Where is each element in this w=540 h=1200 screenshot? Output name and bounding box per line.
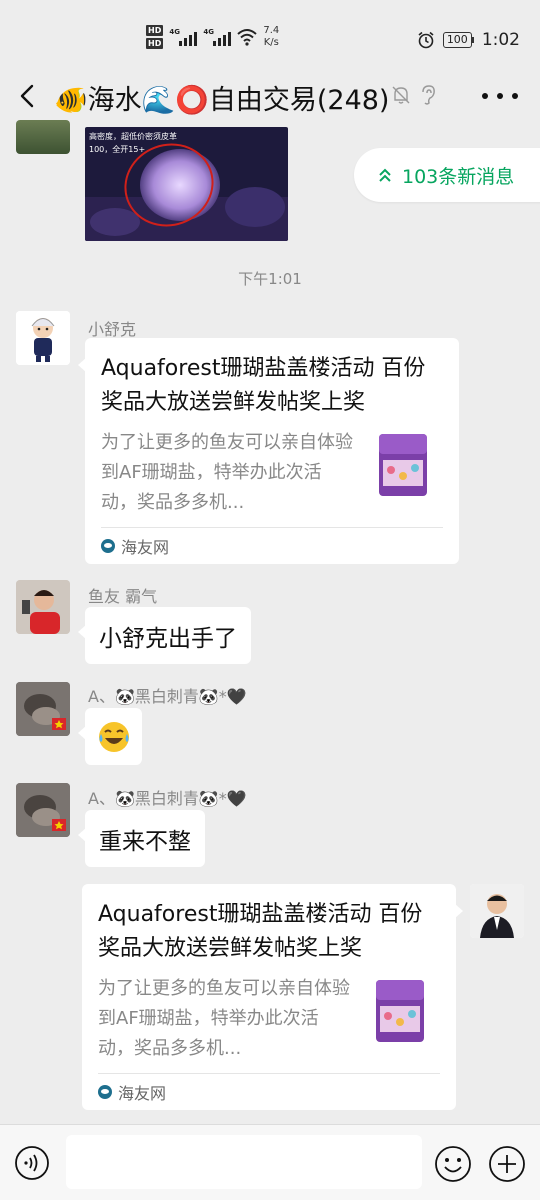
new-messages-button[interactable]: 103条新消息 <box>354 148 540 202</box>
card-source: 海友网 <box>98 1080 166 1104</box>
card-divider <box>98 1073 440 1074</box>
link-card-message[interactable]: Aquaforest珊瑚盐盖楼活动 百份奖品大放送尝鲜发帖奖上奖 为了让更多的鱼… <box>78 338 459 564</box>
source-logo-icon <box>101 539 115 553</box>
image-message[interactable]: 高密度，超低价密须皮革 100，全开15+ <box>85 127 288 241</box>
signal-2-label: 4G <box>203 28 214 36</box>
avatar[interactable] <box>16 580 70 634</box>
text-message[interactable]: 小舒克出手了 <box>78 607 251 664</box>
avatar[interactable] <box>16 682 70 736</box>
source-name: 海友网 <box>118 1084 167 1103</box>
card-title: Aquaforest珊瑚盐盖楼活动 百份奖品大放送尝鲜发帖奖上奖 <box>101 356 426 415</box>
double-chevron-up-icon <box>379 168 391 182</box>
sender-name: 小舒克 <box>88 320 137 339</box>
message-input[interactable] <box>66 1135 422 1189</box>
status-bar: HD HD 4G 4G 7.4 K/s 100 1:02 <box>0 0 540 72</box>
message-list[interactable]: 高密度，超低价密须皮革 100，全开15+ 103条新消息 下午1:01 小舒克… <box>0 120 540 1124</box>
product-thumbnail <box>376 980 424 1042</box>
status-right: 100 1:02 <box>417 30 520 50</box>
speed-value: 7.4 <box>263 25 280 36</box>
source-logo-icon <box>98 1085 112 1099</box>
network-speed: 7.4 K/s <box>263 25 279 49</box>
hd-indicator: HD HD <box>146 24 164 50</box>
more-functions-button[interactable] <box>488 1145 526 1183</box>
card-description: 为了让更多的鱼友可以亲自体验到AF珊瑚盐，特举办此次活动，奖品多多机... <box>98 978 350 1059</box>
speed-unit: K/s <box>263 37 279 48</box>
avatar[interactable] <box>16 311 70 365</box>
source-name: 海友网 <box>121 538 170 557</box>
input-bar <box>0 1124 540 1200</box>
battery-icon: 100 <box>442 32 474 48</box>
battery-level: 100 <box>442 32 472 48</box>
earpiece-icon <box>422 85 435 105</box>
new-messages-label: 103条新消息 <box>402 165 515 188</box>
photo-caption-line2: 100，全开15+ <box>89 145 146 154</box>
wifi-icon <box>237 29 258 46</box>
avatar[interactable] <box>16 783 70 837</box>
back-button[interactable] <box>14 80 44 112</box>
timestamp: 下午1:01 <box>238 270 302 288</box>
photo-avatar <box>470 884 524 938</box>
card-divider <box>101 527 443 528</box>
avatar[interactable] <box>16 120 70 154</box>
emoji-button[interactable] <box>434 1145 472 1183</box>
sender-name: 鱼友 霸气 <box>88 587 158 606</box>
alarm-icon <box>418 31 434 49</box>
avatar[interactable] <box>470 884 524 938</box>
chat-title[interactable]: 🐠海水🌊⭕自由交易(248) <box>54 78 389 117</box>
text-message[interactable]: 重来不整 <box>78 810 205 867</box>
cartoon-avatar <box>16 311 70 365</box>
more-options-button[interactable] <box>482 84 518 108</box>
signal-icon: 4G <box>203 28 232 46</box>
signal-icon: 4G <box>169 28 198 46</box>
sender-name: A、🐼黑白刺青🐼*🖤 <box>88 687 247 706</box>
hd-label-2: HD <box>146 38 164 49</box>
voice-input-button[interactable] <box>14 1145 50 1181</box>
network-indicators: HD HD 4G 4G 7.4 K/s <box>146 24 279 50</box>
mute-bell-icon <box>392 86 410 104</box>
sender-name: A、🐼黑白刺青🐼*🖤 <box>88 789 247 808</box>
photo-caption-line1: 高密度，超低价密须皮革 <box>89 132 177 141</box>
photo-avatar <box>16 580 70 634</box>
card-title: Aquaforest珊瑚盐盖楼活动 百份奖品大放送尝鲜发帖奖上奖 <box>98 902 423 961</box>
card-source: 海友网 <box>101 534 169 558</box>
product-thumbnail <box>379 434 427 496</box>
photo-caption: 高密度，超低价密须皮革 100，全开15+ <box>89 130 177 156</box>
photo-avatar <box>16 783 70 837</box>
link-card-message[interactable]: Aquaforest珊瑚盐盖楼活动 百份奖品大放送尝鲜发帖奖上奖 为了让更多的鱼… <box>82 884 463 1110</box>
signal-1-label: 4G <box>169 28 180 36</box>
clock: 1:02 <box>481 30 520 50</box>
card-description: 为了让更多的鱼友可以亲自体验到AF珊瑚盐，特举办此次活动，奖品多多机... <box>101 432 353 513</box>
chat-header: 🐠海水🌊⭕自由交易(248) <box>0 72 540 120</box>
hd-label-1: HD <box>146 25 164 36</box>
photo-avatar <box>16 682 70 736</box>
emoji-message[interactable]: 😂 <box>78 708 142 765</box>
